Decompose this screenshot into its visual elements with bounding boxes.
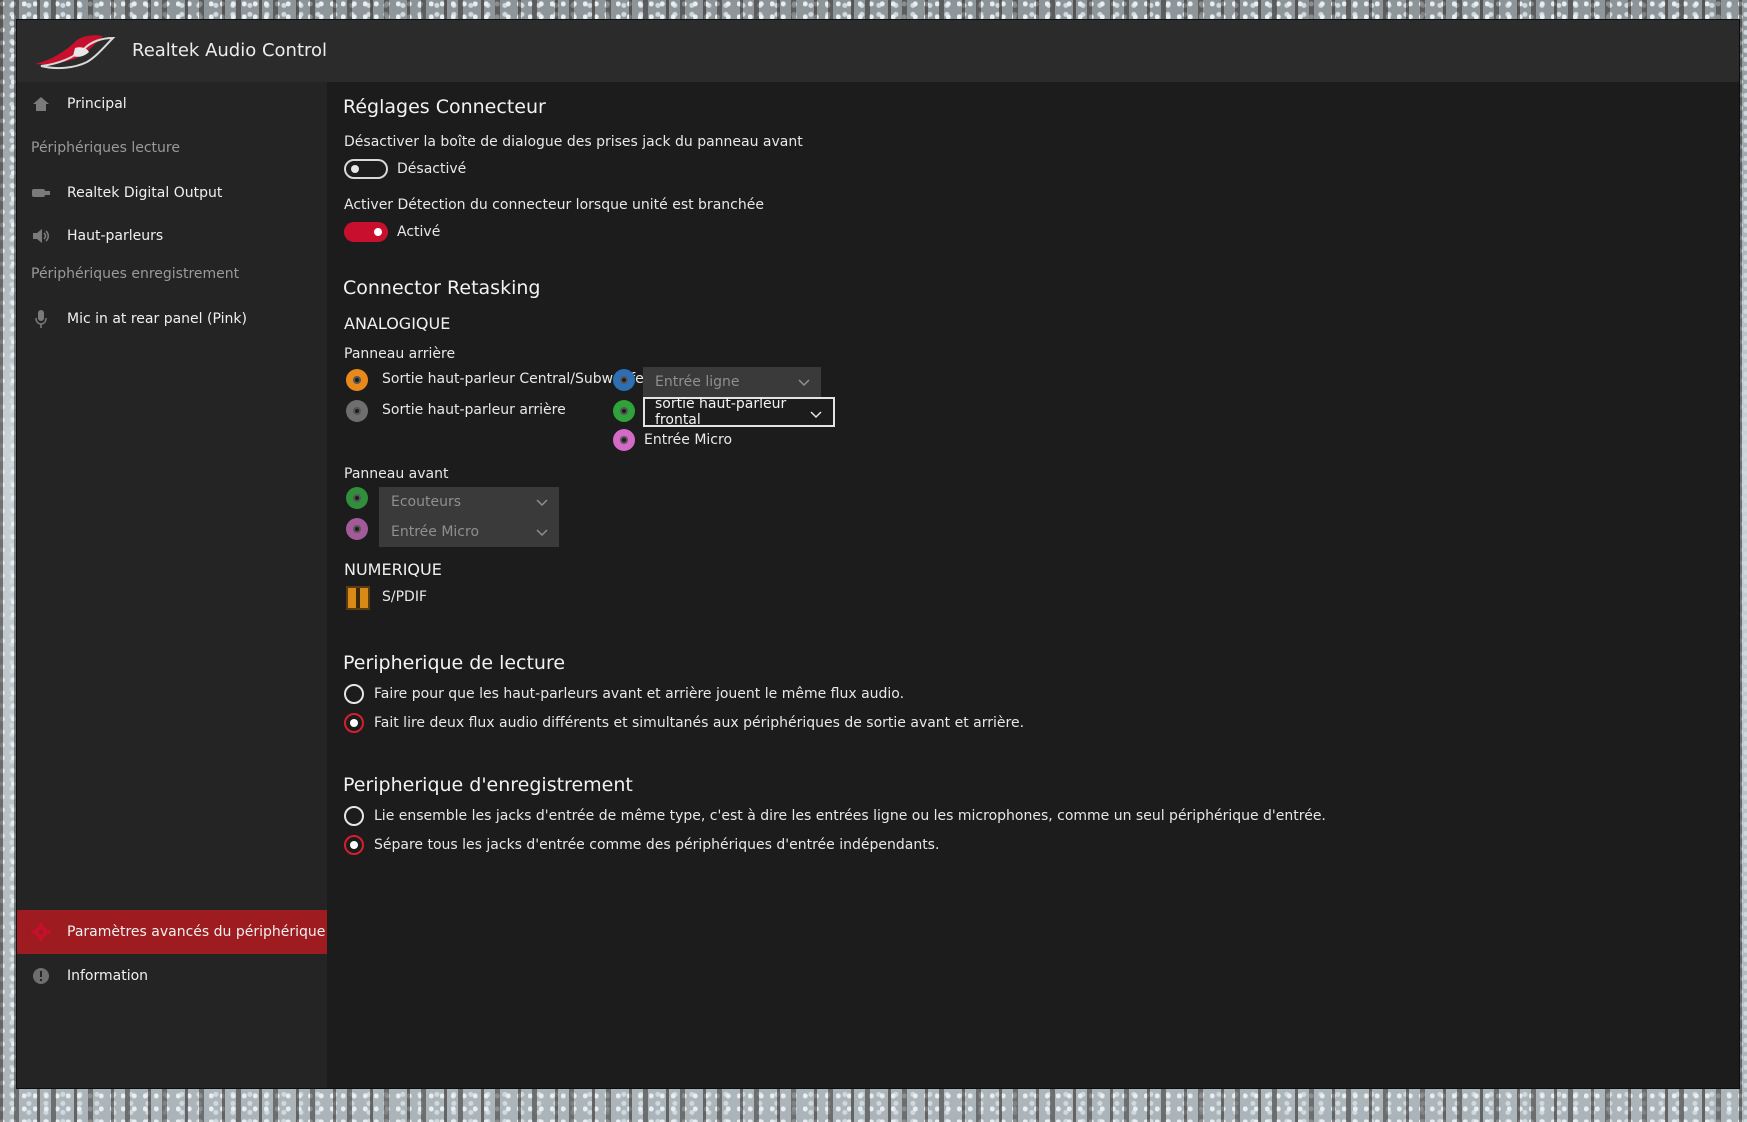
select-value: sortie haut-parleur frontal bbox=[655, 396, 787, 428]
jack-dialog-state: Désactivé bbox=[397, 161, 467, 177]
chevron-down-icon bbox=[536, 529, 548, 537]
digital-label: NUMERIQUE bbox=[344, 560, 442, 579]
jack-label: Entrée Micro bbox=[644, 432, 733, 448]
sidebar-item-label: Mic in at rear panel (Pink) bbox=[67, 311, 247, 327]
home-icon bbox=[31, 94, 51, 114]
app-title: Realtek Audio Control bbox=[132, 40, 328, 61]
detection-label: Activer Détection du connecteur lorsque … bbox=[344, 197, 764, 213]
playback-option-label: Fait lire deux flux audio différents et … bbox=[374, 715, 1025, 731]
select-value: Entrée ligne bbox=[655, 374, 740, 390]
sidebar: Principal Périphériques lecture Realtek … bbox=[17, 82, 327, 1088]
playback-radio-same-stream[interactable] bbox=[344, 684, 364, 704]
jack-dialog-label: Désactiver la boîte de dialogue des pris… bbox=[344, 134, 803, 150]
title-bar: Realtek Audio Control bbox=[17, 20, 1739, 82]
sidebar-item-digital-output[interactable]: Realtek Digital Output bbox=[17, 171, 327, 215]
info-icon bbox=[31, 966, 51, 986]
sidebar-item-mic-rear[interactable]: Mic in at rear panel (Pink) bbox=[17, 297, 327, 341]
recording-option-label: Sépare tous les jacks d'entrée comme des… bbox=[374, 837, 940, 853]
jack-dialog-toggle[interactable] bbox=[344, 159, 388, 179]
sidebar-item-advanced-settings[interactable]: Paramètres avancés du périphérique bbox=[17, 910, 327, 954]
section-title-recording-device: Peripherique d'enregistrement bbox=[343, 774, 633, 796]
select-value: Ecouteurs bbox=[391, 494, 462, 510]
jack-gray-icon[interactable] bbox=[346, 400, 368, 422]
recording-option-label: Lie ensemble les jacks d'entrée de même … bbox=[374, 808, 1326, 824]
detection-toggle[interactable] bbox=[344, 222, 388, 242]
app-window: Realtek Audio Control Principal Périphér… bbox=[17, 20, 1739, 1088]
detection-state: Activé bbox=[397, 224, 441, 240]
playback-radio-dual-stream[interactable] bbox=[344, 713, 364, 733]
sidebar-item-label: Principal bbox=[67, 96, 127, 112]
sidebar-item-information[interactable]: Information bbox=[17, 954, 327, 998]
section-title-playback-device: Peripherique de lecture bbox=[343, 652, 566, 674]
recording-radio-separate[interactable] bbox=[344, 835, 364, 855]
jack-label: Sortie haut-parleur Central/Subwoofer bbox=[382, 371, 650, 387]
digital-output-icon bbox=[31, 183, 51, 203]
sidebar-item-label: Haut-parleurs bbox=[67, 228, 164, 244]
sidebar-item-label: Information bbox=[67, 968, 149, 984]
jack-green-icon[interactable] bbox=[613, 400, 635, 422]
jack-orange-icon[interactable] bbox=[346, 369, 368, 391]
jack-pink-icon[interactable] bbox=[613, 429, 635, 451]
speaker-icon bbox=[31, 226, 51, 246]
jack-blue-select[interactable]: Entrée ligne bbox=[643, 367, 821, 397]
gear-icon bbox=[31, 922, 51, 942]
sidebar-item-label: Paramètres avancés du périphérique bbox=[67, 924, 326, 940]
front-headphones-select[interactable]: Ecouteurs bbox=[379, 487, 559, 517]
select-value: Entrée Micro bbox=[391, 524, 480, 540]
chevron-down-icon bbox=[810, 411, 822, 419]
microphone-icon bbox=[31, 309, 51, 329]
sidebar-item-label: Realtek Digital Output bbox=[67, 185, 223, 201]
analog-label: ANALOGIQUE bbox=[344, 314, 451, 333]
section-title-connector-settings: Réglages Connecteur bbox=[343, 96, 546, 118]
playback-option-label: Faire pour que les haut-parleurs avant e… bbox=[374, 686, 905, 702]
main-content: Réglages Connecteur Désactiver la boîte … bbox=[327, 82, 1739, 1088]
spdif-label: S/PDIF bbox=[382, 589, 428, 605]
jack-pink-front-icon[interactable] bbox=[346, 518, 368, 540]
front-panel-label: Panneau avant bbox=[344, 466, 449, 482]
chevron-down-icon bbox=[798, 379, 810, 387]
sidebar-item-speakers[interactable]: Haut-parleurs bbox=[17, 214, 327, 258]
spdif-icon bbox=[346, 586, 370, 610]
sidebar-item-principal[interactable]: Principal bbox=[17, 82, 327, 126]
jack-label: Sortie haut-parleur arrière bbox=[382, 402, 566, 418]
rog-logo-icon bbox=[35, 35, 116, 70]
sidebar-section-recording: Périphériques enregistrement bbox=[31, 266, 240, 282]
recording-radio-combine[interactable] bbox=[344, 806, 364, 826]
chevron-down-icon bbox=[536, 499, 548, 507]
sidebar-section-playback: Périphériques lecture bbox=[31, 140, 180, 156]
front-mic-select[interactable]: Entrée Micro bbox=[379, 517, 559, 547]
rear-panel-label: Panneau arrière bbox=[344, 346, 456, 362]
jack-green-front-icon[interactable] bbox=[346, 487, 368, 509]
jack-green-select[interactable]: sortie haut-parleur frontal bbox=[643, 396, 835, 428]
jack-blue-icon[interactable] bbox=[613, 369, 635, 391]
section-title-retasking: Connector Retasking bbox=[343, 277, 541, 299]
